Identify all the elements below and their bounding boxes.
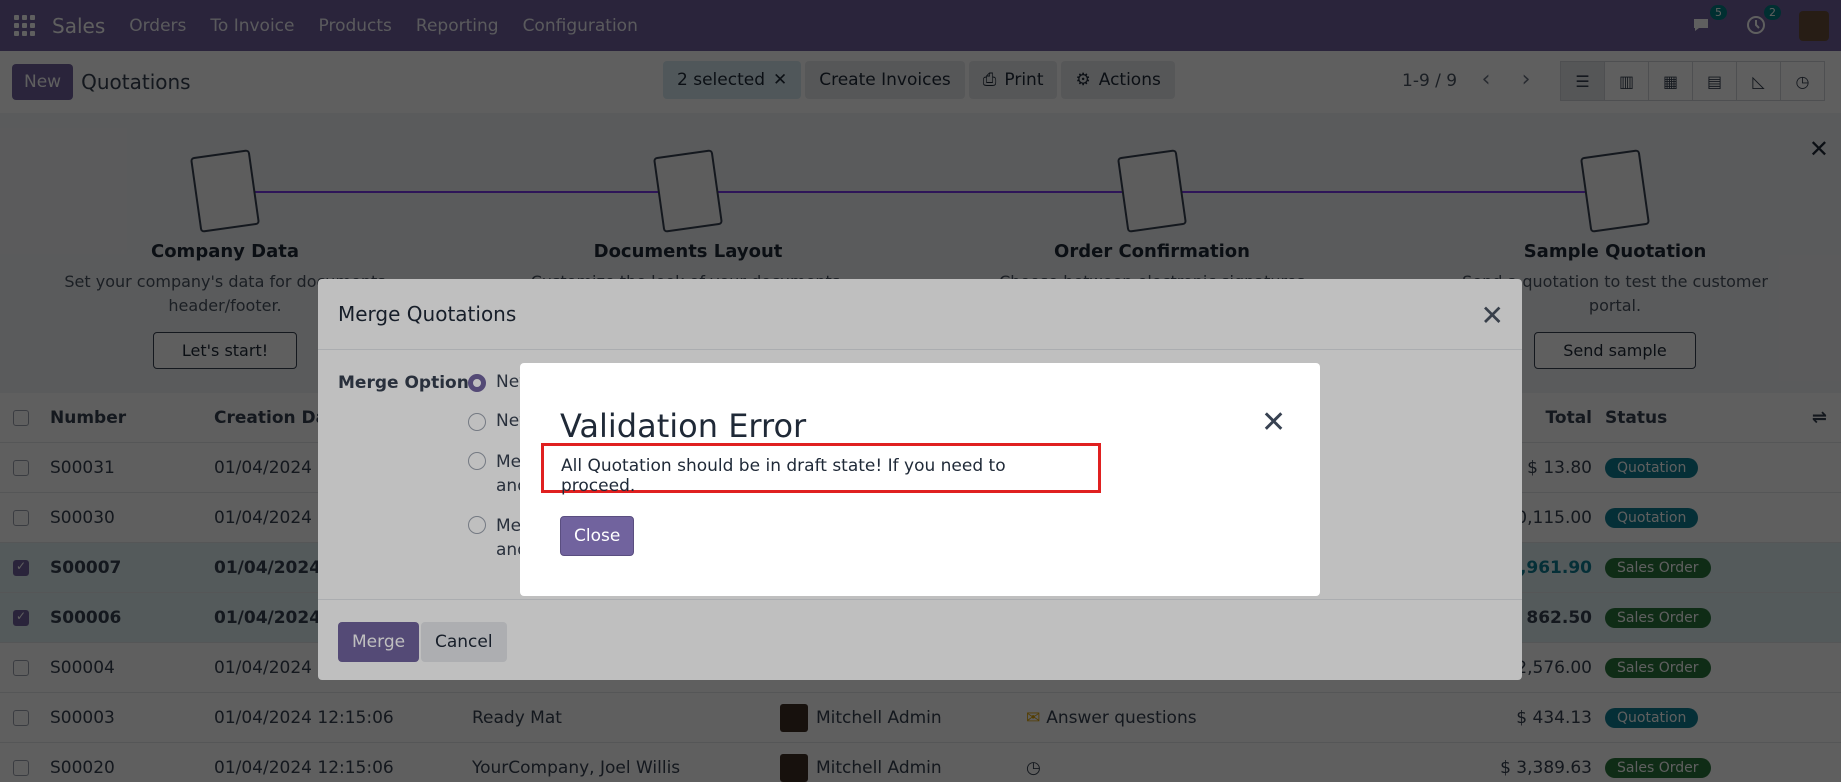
close-button[interactable]: Close [560,516,635,556]
close-icon[interactable]: ✕ [1261,408,1286,438]
error-title: Validation Error [560,407,807,445]
validation-error-dialog: Validation Error ✕ All Quotation should … [520,363,1320,596]
error-message: All Quotation should be in draft state! … [541,443,1101,496]
